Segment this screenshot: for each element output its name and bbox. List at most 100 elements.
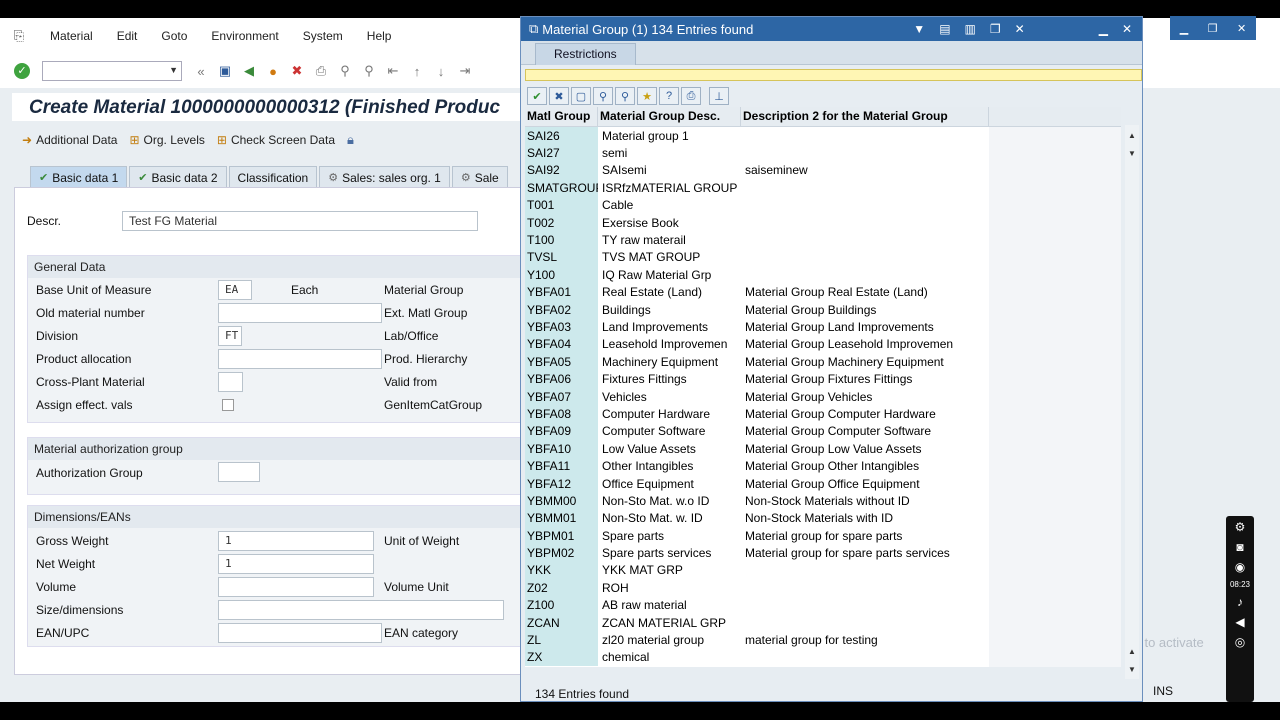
table-row[interactable]: YBFA02 Buildings Material Group Buildings: [525, 300, 1121, 319]
info-icon[interactable]: ?: [659, 87, 679, 105]
menu-edit[interactable]: Edit: [105, 29, 150, 43]
scroll-up-icon[interactable]: ▼: [1127, 149, 1137, 159]
table-row[interactable]: YBFA08 Computer Hardware Material Group Co…: [525, 405, 1121, 423]
lock-icon[interactable]: 🔒︎: [347, 132, 354, 148]
table-row[interactable]: TVSL TVS MAT GROUP: [525, 248, 1121, 267]
cancel-icon[interactable]: ✖: [549, 87, 569, 105]
assign-effect-checkbox[interactable]: [222, 399, 234, 411]
chart-icon[interactable]: ▥: [965, 22, 976, 36]
table-row[interactable]: YBFA11 Other Intangibles Material Group Ot…: [525, 457, 1121, 475]
table-row[interactable]: YKK YKK MAT GRP: [525, 561, 1121, 580]
scroll-down-icon[interactable]: ▼: [1127, 665, 1137, 675]
table-row[interactable]: YBMM00 Non-Sto Mat. w.o ID Non-Stock Mater…: [525, 492, 1121, 510]
table-row[interactable]: YBFA10 Low Value Assets Material Group Low…: [525, 440, 1121, 458]
table-row[interactable]: YBPM02 Spare parts services Material group…: [525, 544, 1121, 562]
new-entry-icon[interactable]: ▢: [571, 87, 591, 105]
table-row[interactable]: ZX chemical: [525, 648, 1121, 667]
old-material-input[interactable]: [218, 303, 382, 323]
tab-basic-data-2[interactable]: ✔ Basic data 2: [129, 166, 227, 188]
table-row[interactable]: Y100 IQ Raw Material Grp: [525, 266, 1121, 284]
ean-input[interactable]: [218, 623, 382, 643]
division-input[interactable]: FT: [218, 326, 242, 346]
table-row[interactable]: YBFA04 Leasehold Improvemen Material Group…: [525, 335, 1121, 354]
menu-material[interactable]: Material: [38, 29, 105, 43]
table-row[interactable]: ZL zl20 material group material group for …: [525, 631, 1121, 649]
find-next-icon[interactable]: ⚲: [360, 62, 378, 80]
prev-page-icon[interactable]: ↑: [408, 62, 426, 80]
table-row[interactable]: T100 TY raw materail: [525, 231, 1121, 249]
table-row[interactable]: SAI27 semi: [525, 144, 1121, 162]
table-row[interactable]: Z02 ROH: [525, 579, 1121, 597]
record-icon[interactable]: ◉: [1235, 560, 1245, 574]
print-icon[interactable]: ⎙: [312, 62, 330, 80]
size-input[interactable]: [218, 600, 504, 620]
close-icon[interactable]: ✕: [1237, 22, 1246, 35]
table-row[interactable]: ZCAN ZCAN MATERIAL GRP: [525, 613, 1121, 632]
column-header[interactable]: Description 2 for the Material Group: [741, 107, 989, 126]
table-row[interactable]: YBFA09 Computer Software Material Group Co…: [525, 422, 1121, 441]
tab-sales-org-1[interactable]: ⚙ Sales: sales org. 1: [319, 166, 450, 188]
favorite-icon[interactable]: ★: [637, 87, 657, 105]
table-row[interactable]: T002 Exersise Book: [525, 213, 1121, 232]
org-levels-button[interactable]: ⊞ Org. Levels: [129, 133, 204, 147]
tab-sales-org-2[interactable]: ⚙ Sale: [451, 166, 508, 188]
table-row[interactable]: Z100 AB raw material: [525, 596, 1121, 614]
restriction-expand-bar[interactable]: [525, 69, 1142, 81]
collapse-icon[interactable]: «: [192, 62, 210, 80]
check-screen-data-button[interactable]: ⊞ Check Screen Data: [217, 133, 335, 147]
close-icon[interactable]: ✕: [1122, 22, 1132, 36]
column-header[interactable]: Material Group Desc.: [598, 107, 741, 126]
table-row[interactable]: YBPM01 Spare parts Material group for spar…: [525, 526, 1121, 545]
print-icon[interactable]: ⎙: [681, 87, 701, 105]
command-field[interactable]: ▼: [42, 61, 182, 81]
minimize-icon[interactable]: ▁: [1180, 22, 1188, 35]
back-icon[interactable]: ◀: [240, 62, 258, 80]
table-row[interactable]: SMATGROUP ISRfzMATERIAL GROUP: [525, 179, 1121, 197]
table-row[interactable]: SAI26 Material group 1: [525, 127, 1121, 145]
camera-icon[interactable]: ◙: [1236, 540, 1243, 554]
pin-icon[interactable]: ⊥: [709, 87, 729, 105]
table-row[interactable]: YBFA01 Real Estate (Land) Material Group R…: [525, 283, 1121, 301]
gross-weight-input[interactable]: 1: [218, 531, 374, 551]
menu-goto[interactable]: Goto: [149, 29, 199, 43]
cancel-icon[interactable]: ✖: [288, 62, 306, 80]
tab-classification[interactable]: Classification: [228, 166, 318, 188]
table-row[interactable]: YBMM01 Non-Sto Mat. w. ID Non-Stock Materi…: [525, 509, 1121, 527]
minimize-icon[interactable]: ▁: [1099, 22, 1108, 36]
table-row[interactable]: YBFA06 Fixtures Fittings Material Group Fi…: [525, 370, 1121, 388]
speaker-icon[interactable]: ◀: [1235, 615, 1244, 629]
list-icon[interactable]: ▤: [939, 22, 950, 36]
product-alloc-input[interactable]: [218, 349, 382, 369]
table-row[interactable]: YBFA05 Machinery Equipment Material Group …: [525, 353, 1121, 371]
chevron-down-icon[interactable]: ▼: [913, 22, 925, 36]
find-icon[interactable]: ⚲: [593, 87, 613, 105]
next-page-icon[interactable]: ↓: [432, 62, 450, 80]
save-icon[interactable]: ▣: [216, 62, 234, 80]
microphone-icon[interactable]: ♪: [1237, 595, 1243, 609]
last-page-icon[interactable]: ⇥: [456, 62, 474, 80]
menu-help[interactable]: Help: [355, 29, 404, 43]
chevron-down-icon[interactable]: ▼: [169, 65, 178, 75]
webcam-icon[interactable]: ◎: [1235, 635, 1245, 649]
table-row[interactable]: YBFA07 Vehicles Material Group Vehicles: [525, 387, 1121, 406]
tab-basic-data-1[interactable]: ✔ Basic data 1: [30, 166, 128, 188]
menu-environment[interactable]: Environment: [199, 29, 290, 43]
column-header[interactable]: Matl Group: [525, 107, 598, 126]
scroll-down-icon[interactable]: ▲: [1127, 647, 1137, 657]
descr-input[interactable]: Test FG Material: [122, 211, 478, 231]
check-icon[interactable]: ✓: [14, 63, 30, 79]
window-restore-icon[interactable]: ❐: [990, 22, 1001, 36]
find-icon[interactable]: ⚲: [336, 62, 354, 80]
sap-menu-icon[interactable]: ⎘: [0, 28, 38, 44]
find-next-icon[interactable]: ⚲: [615, 87, 635, 105]
table-row[interactable]: YBFA03 Land Improvements Material Group La…: [525, 318, 1121, 336]
check-icon[interactable]: ✔: [527, 87, 547, 105]
restrictions-tab[interactable]: Restrictions: [535, 43, 636, 65]
exit-icon[interactable]: ●: [264, 62, 282, 80]
auth-group-input[interactable]: [218, 462, 260, 482]
volume-input[interactable]: [218, 577, 374, 597]
cross-plant-input[interactable]: [218, 372, 243, 392]
close-icon[interactable]: ✕: [1015, 22, 1025, 36]
settings-icon[interactable]: ⚙: [1235, 520, 1246, 534]
table-row[interactable]: YBFA12 Office Equipment Material Group Off…: [525, 474, 1121, 493]
